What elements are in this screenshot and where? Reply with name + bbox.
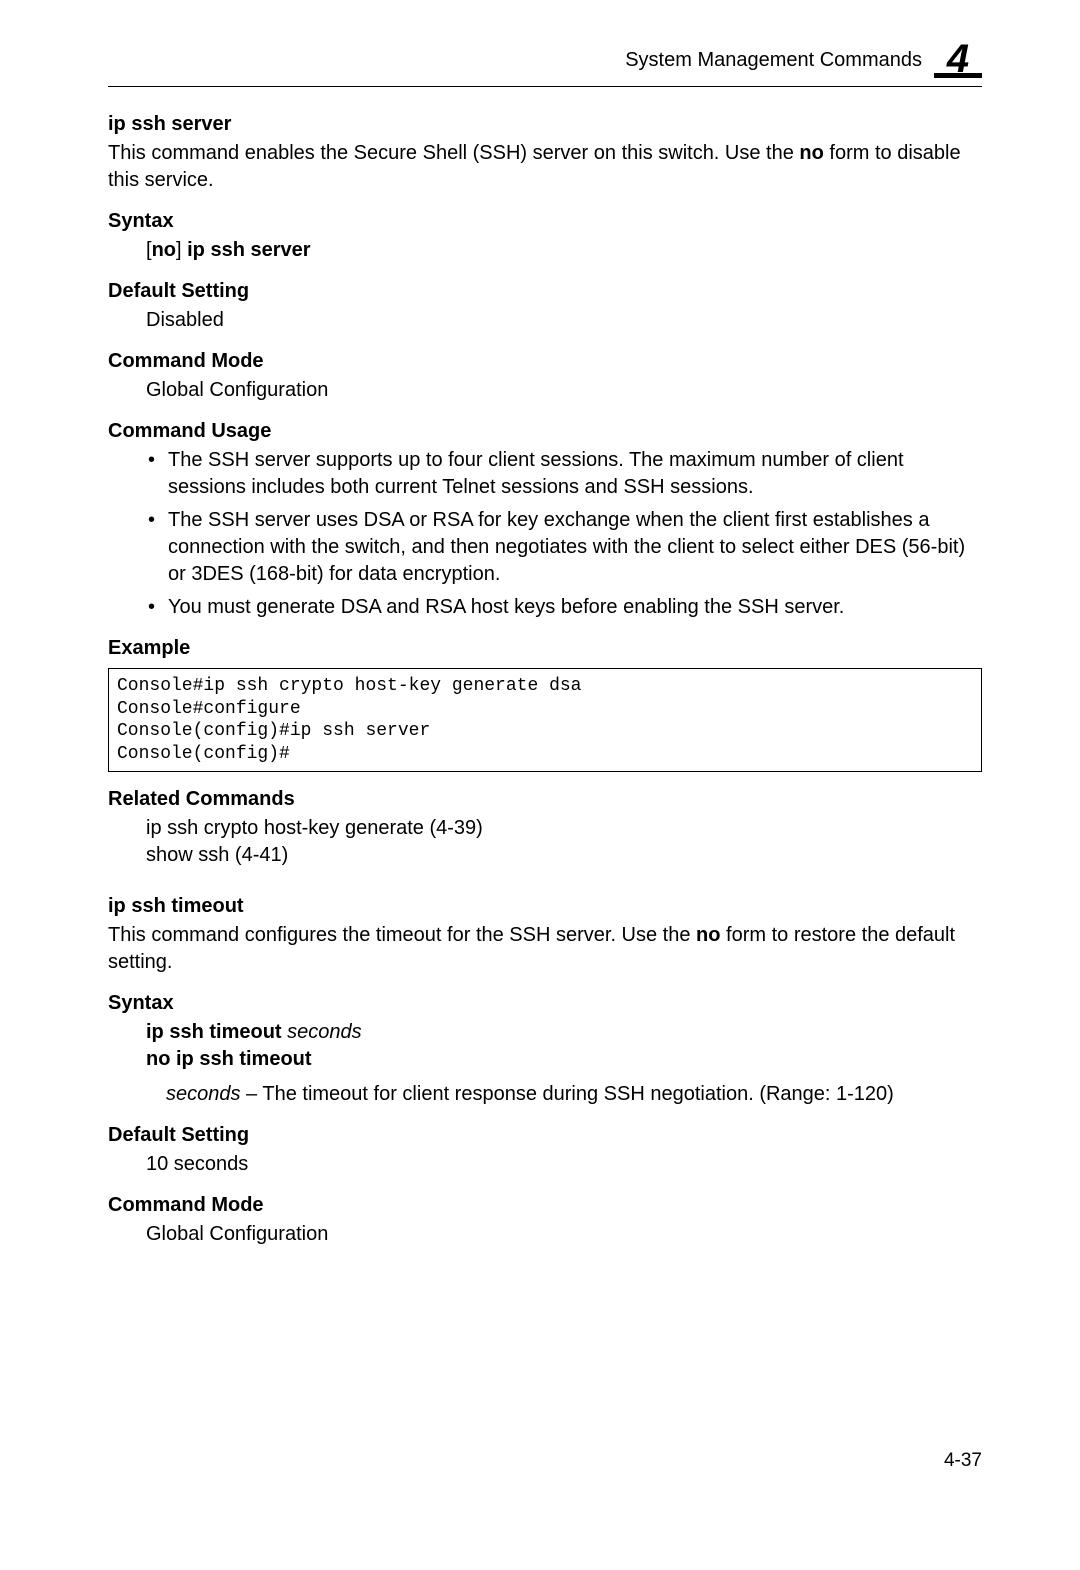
syntax-param: seconds: [287, 1021, 362, 1043]
default-heading: Default Setting: [108, 1122, 982, 1149]
mode-heading: Command Mode: [108, 348, 982, 375]
svg-text:4: 4: [946, 40, 969, 80]
related-cmd: ip ssh crypto host-key generate (4-39): [146, 815, 982, 842]
example-heading: Example: [108, 635, 982, 662]
syntax-heading: Syntax: [108, 990, 982, 1017]
syntax-no: no: [152, 239, 176, 261]
param-name: seconds: [166, 1083, 241, 1105]
command-title: ip ssh server: [108, 111, 982, 138]
chapter-number-icon: 4: [934, 40, 982, 80]
desc-text: This command configures the timeout for …: [108, 924, 696, 946]
param-description: seconds – The timeout for client respons…: [166, 1081, 982, 1108]
page-number: 4-37: [108, 1448, 982, 1474]
syntax-cmd: ip ssh timeout: [146, 1021, 287, 1043]
list-item: You must generate DSA and RSA host keys …: [146, 594, 982, 621]
default-value: Disabled: [146, 307, 982, 334]
command-description: This command configures the timeout for …: [108, 922, 982, 976]
default-heading: Default Setting: [108, 278, 982, 305]
desc-bold: no: [799, 142, 823, 164]
param-desc: The timeout for client response during S…: [262, 1083, 893, 1105]
command-title: ip ssh timeout: [108, 893, 982, 920]
bracket: ]: [176, 239, 187, 261]
list-item: The SSH server uses DSA or RSA for key e…: [146, 507, 982, 588]
related-heading: Related Commands: [108, 786, 982, 813]
header-divider: [108, 86, 982, 87]
syntax-heading: Syntax: [108, 208, 982, 235]
desc-bold: no: [696, 924, 720, 946]
usage-list: The SSH server supports up to four clien…: [146, 447, 982, 621]
page-header: System Management Commands 4: [108, 40, 982, 80]
desc-text: This command enables the Secure Shell (S…: [108, 142, 799, 164]
command-description: This command enables the Secure Shell (S…: [108, 140, 982, 194]
list-item: The SSH server supports up to four clien…: [146, 447, 982, 501]
header-title: System Management Commands: [625, 47, 922, 74]
usage-heading: Command Usage: [108, 418, 982, 445]
mode-heading: Command Mode: [108, 1192, 982, 1219]
syntax-line: no ip ssh timeout: [146, 1046, 982, 1073]
syntax-cmd: ip ssh server: [187, 239, 310, 261]
example-code-block: Console#ip ssh crypto host-key generate …: [108, 668, 982, 772]
page-container: System Management Commands 4 ip ssh serv…: [0, 0, 1080, 1514]
mode-value: Global Configuration: [146, 1221, 982, 1248]
related-cmd: show ssh (4-41): [146, 842, 982, 869]
mode-value: Global Configuration: [146, 377, 982, 404]
param-sep: –: [241, 1083, 263, 1105]
syntax-line: [no] ip ssh server: [146, 237, 982, 264]
syntax-line: ip ssh timeout seconds: [146, 1019, 982, 1046]
default-value: 10 seconds: [146, 1151, 982, 1178]
